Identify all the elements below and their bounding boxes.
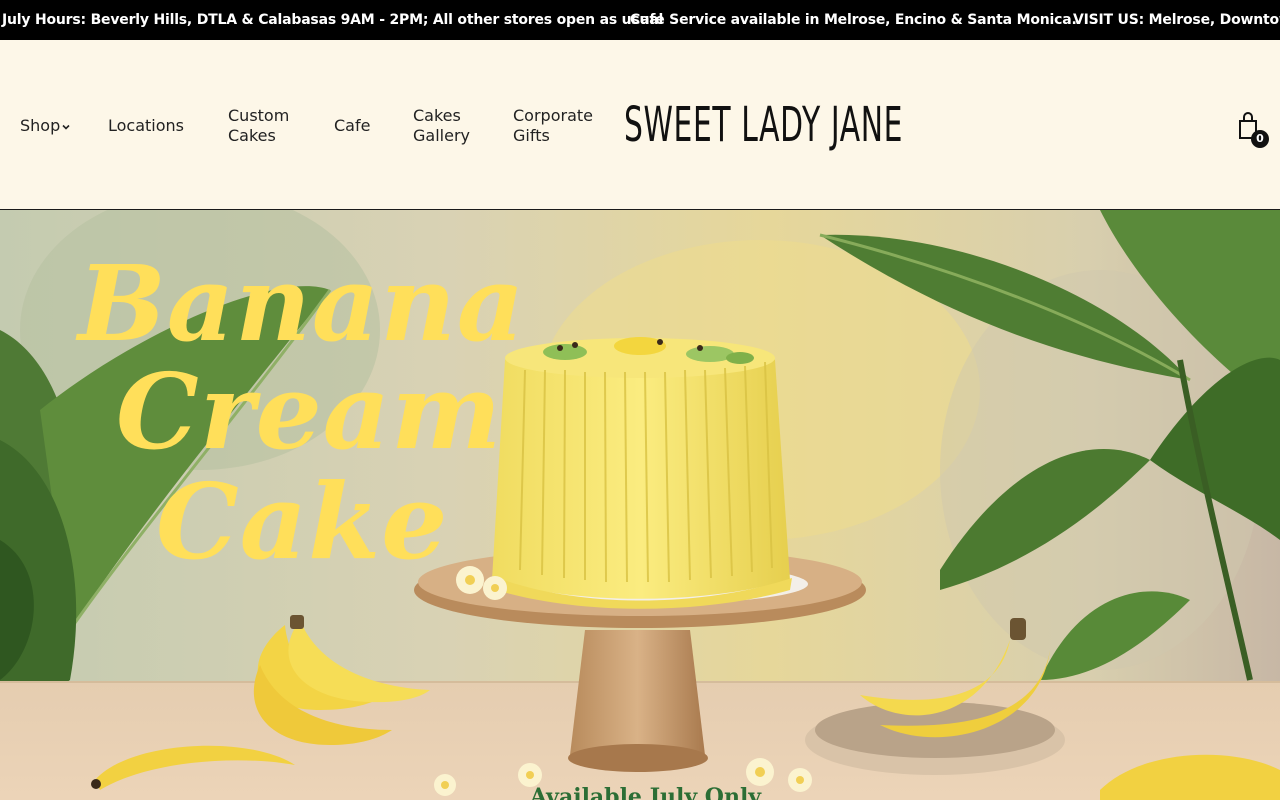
nav-label-line: Cakes bbox=[413, 106, 461, 125]
hero-subtitle: Available July Only bbox=[530, 784, 762, 800]
logo-text: SWEET LADY JANE bbox=[624, 97, 904, 153]
hero-title-line: Cake bbox=[156, 460, 449, 583]
site-header: Shop Locations Custom Cakes Cafe Cakes G… bbox=[0, 40, 1280, 210]
cart-count-badge: 0 bbox=[1251, 130, 1269, 148]
nav-label-line: Corporate bbox=[513, 106, 593, 125]
nav-cafe[interactable]: Cafe bbox=[334, 116, 370, 136]
nav-label-line: Gallery bbox=[413, 126, 470, 145]
nav-label-line: Gifts bbox=[513, 126, 550, 145]
site-logo[interactable]: SWEET LADY JANE bbox=[624, 97, 904, 153]
announcement-message: Cafe Service available in Melrose, Encin… bbox=[630, 12, 1077, 28]
announcement-message: July Hours: Beverly Hills, DTLA & Calaba… bbox=[2, 12, 664, 28]
chevron-down-icon bbox=[62, 124, 70, 130]
nav-cakes-gallery[interactable]: Cakes Gallery bbox=[413, 106, 483, 146]
nav-shop[interactable]: Shop bbox=[20, 116, 71, 136]
nav-corporate-gifts[interactable]: Corporate Gifts bbox=[513, 106, 603, 146]
hero-banner[interactable]: Banana Cream Cake Available July Only bbox=[0, 210, 1280, 800]
nav-label-line: Cakes bbox=[228, 126, 276, 145]
hero-title-line: Cream bbox=[116, 350, 503, 473]
nav-custom-cakes[interactable]: Custom Cakes bbox=[228, 106, 298, 146]
hero-title-line: Banana bbox=[78, 242, 526, 365]
announcement-message: VISIT US: Melrose, Downtown LA bbox=[1073, 12, 1280, 28]
nav-locations[interactable]: Locations bbox=[108, 116, 184, 136]
nav-label-line: Custom bbox=[228, 106, 290, 125]
announcement-bar: July Hours: Beverly Hills, DTLA & Calaba… bbox=[0, 0, 1280, 40]
cart-button[interactable]: 0 bbox=[1236, 110, 1272, 150]
nav-shop-label: Shop bbox=[20, 116, 61, 135]
